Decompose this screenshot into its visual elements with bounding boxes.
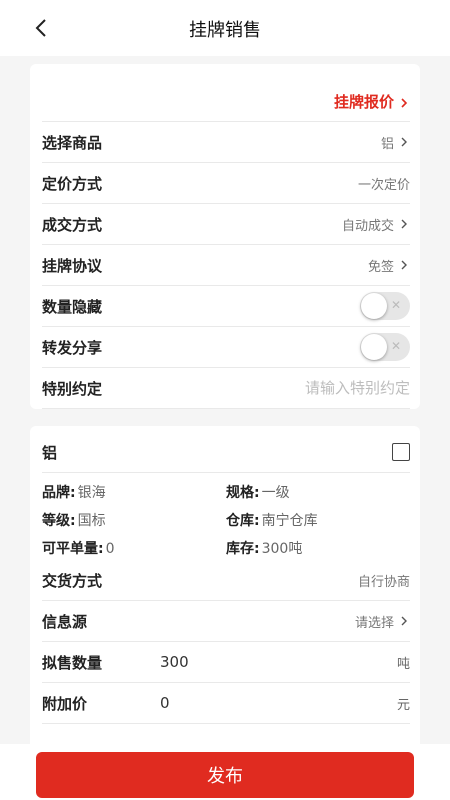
min-quantity-label: 可平单量: [42, 541, 104, 557]
hide-quantity-toggle[interactable]: ✕ [360, 292, 410, 320]
listing-agreement-row[interactable]: 挂牌协议 免签 [42, 245, 410, 286]
extra-price-row: 附加价 0 元 [42, 683, 410, 724]
delivery-method-value: 自行协商 [357, 574, 410, 590]
extra-price-label: 附加价 [42, 694, 88, 713]
listing-agreement-label: 挂牌协议 [42, 256, 103, 275]
product-checkbox[interactable] [392, 443, 410, 461]
warehouse-info: 仓库: 南宁仓库 [226, 510, 318, 530]
quote-row: 挂牌报价 [42, 81, 410, 122]
toggle-knob [361, 293, 387, 319]
publish-button[interactable]: 发布 [36, 752, 414, 798]
info-source-row[interactable]: 信息源 请选择 [42, 601, 410, 642]
delivery-method-label: 交货方式 [42, 571, 103, 590]
stock-info: 库存: 300吨 [226, 538, 302, 558]
deal-method-value-group: 自动成交 [342, 215, 410, 234]
listing-settings-card: 挂牌报价 选择商品 铝 定价方式 一次定价 成交方式 自动成交 挂牌协议 免签 … [30, 64, 420, 409]
header: 挂牌销售 [0, 0, 450, 56]
warehouse-label: 仓库: [226, 513, 260, 529]
sale-quantity-unit: 吨 [396, 656, 410, 672]
brand-info: 品牌: 银海 [42, 482, 106, 502]
extra-price-input[interactable]: 0 [160, 694, 170, 712]
hide-quantity-row: 数量隐藏 ✕ [42, 286, 410, 327]
brand-label: 品牌: [42, 485, 76, 501]
pricing-method-value: 一次定价 [357, 177, 410, 193]
close-icon: ✕ [390, 339, 401, 353]
page-title: 挂牌销售 [189, 20, 261, 41]
hide-quantity-label: 数量隐藏 [42, 297, 103, 316]
spec-info: 规格: 一级 [226, 482, 290, 502]
chevron-right-icon [398, 218, 410, 230]
chevron-right-icon [398, 95, 410, 108]
product-row: 铝 [42, 432, 410, 473]
pricing-method-label: 定价方式 [42, 174, 103, 193]
stock-value: 300吨 [261, 541, 303, 557]
share-toggle[interactable]: ✕ [360, 333, 410, 361]
partial-row [42, 724, 410, 744]
pricing-method-row: 定价方式 一次定价 [42, 163, 410, 204]
select-product-value-group: 铝 [381, 133, 410, 152]
brand-value: 银海 [77, 485, 106, 501]
listing-quote-link[interactable]: 挂牌报价 [334, 91, 410, 112]
grade-label: 等级: [42, 513, 76, 529]
min-quantity-info: 可平单量: 0 [42, 538, 115, 558]
grade-info: 等级: 国标 [42, 510, 106, 530]
deal-method-row[interactable]: 成交方式 自动成交 [42, 204, 410, 245]
bottom-bar: 发布 [0, 744, 450, 800]
chevron-right-icon [398, 259, 410, 271]
grade-value: 国标 [77, 513, 106, 529]
spec-label: 规格: [226, 485, 260, 501]
form-scroll-area[interactable]: 挂牌报价 选择商品 铝 定价方式 一次定价 成交方式 自动成交 挂牌协议 免签 … [0, 56, 450, 744]
sale-quantity-row: 拟售数量 300 吨 [42, 642, 410, 683]
delivery-method-row: 交货方式 自行协商 [42, 560, 410, 601]
sale-quantity-input[interactable]: 300 [160, 653, 189, 671]
product-name: 铝 [42, 443, 58, 462]
share-label: 转发分享 [42, 338, 103, 357]
select-product-label: 选择商品 [42, 133, 103, 152]
sale-quantity-label: 拟售数量 [42, 653, 103, 672]
select-product-value: 铝 [380, 136, 394, 152]
close-icon: ✕ [390, 298, 401, 312]
chevron-right-icon [398, 615, 410, 627]
listing-agreement-value-group: 免签 [368, 256, 410, 275]
deal-method-label: 成交方式 [42, 215, 103, 234]
chevron-right-icon [398, 136, 410, 148]
warehouse-value: 南宁仓库 [261, 513, 318, 529]
toggle-knob [361, 334, 387, 360]
spec-value: 一级 [261, 485, 290, 501]
select-product-row[interactable]: 选择商品 铝 [42, 122, 410, 163]
special-agreement-label: 特别约定 [42, 379, 103, 398]
info-source-value-group: 请选择 [355, 612, 410, 631]
info-source-value: 请选择 [354, 615, 394, 631]
info-source-label: 信息源 [42, 612, 88, 631]
special-agreement-row: 特别约定 [42, 368, 410, 409]
stock-label: 库存: [226, 541, 260, 557]
extra-price-unit: 元 [396, 697, 410, 713]
listing-quote-label: 挂牌报价 [333, 92, 394, 111]
share-row: 转发分享 ✕ [42, 327, 410, 368]
deal-method-value: 自动成交 [341, 218, 394, 234]
listing-agreement-value: 免签 [367, 259, 394, 275]
special-agreement-input[interactable] [190, 379, 410, 397]
min-quantity-value: 0 [105, 541, 115, 557]
product-detail-card: 铝 品牌: 银海 规格: 一级 等级: 国标 仓库: 南宁仓库 可平单量: 0 库存: 30… [30, 426, 420, 744]
